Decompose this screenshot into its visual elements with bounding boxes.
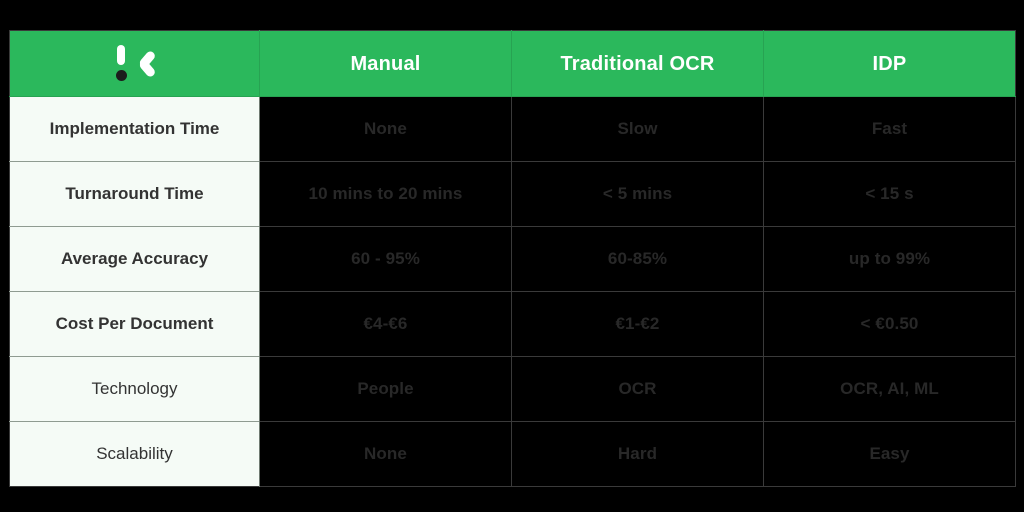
row-label-cost-per-document: Cost Per Document bbox=[9, 291, 260, 357]
brand-logo-cell bbox=[9, 30, 260, 97]
cell-implementation-time-manual: None bbox=[259, 96, 512, 162]
table-row: Scalability None Hard Easy bbox=[9, 421, 1016, 487]
row-label-technology: Technology bbox=[9, 356, 260, 422]
cell-technology-manual: People bbox=[259, 356, 512, 422]
column-header-idp: IDP bbox=[763, 30, 1016, 97]
header-row: Manual Traditional OCR IDP bbox=[9, 30, 1016, 97]
logo-chevron-icon bbox=[130, 49, 156, 78]
logo-bar-shape bbox=[116, 44, 125, 65]
screenshot-canvas: Manual Traditional OCR IDP Implementatio… bbox=[0, 0, 1024, 512]
row-label-average-accuracy: Average Accuracy bbox=[9, 226, 260, 292]
cell-turnaround-time-idp: < 15 s bbox=[763, 161, 1016, 227]
row-label-turnaround-time: Turnaround Time bbox=[9, 161, 260, 227]
cell-technology-idp: OCR, AI, ML bbox=[763, 356, 1016, 422]
cell-turnaround-time-traditional-ocr: < 5 mins bbox=[511, 161, 764, 227]
cell-scalability-idp: Easy bbox=[763, 421, 1016, 487]
table-row: Cost Per Document €4-€6 €1-€2 < €0.50 bbox=[9, 291, 1016, 357]
cell-turnaround-time-manual: 10 mins to 20 mins bbox=[259, 161, 512, 227]
comparison-table: Manual Traditional OCR IDP Implementatio… bbox=[9, 30, 1016, 487]
table-header: Manual Traditional OCR IDP bbox=[9, 30, 1016, 97]
column-header-manual: Manual bbox=[259, 30, 512, 97]
cell-scalability-traditional-ocr: Hard bbox=[511, 421, 764, 487]
logo-chevron-lower-stroke bbox=[137, 58, 156, 78]
column-header-label: Manual bbox=[350, 52, 421, 75]
cell-implementation-time-idp: Fast bbox=[763, 96, 1016, 162]
logo-dot-shape bbox=[115, 69, 127, 81]
cell-average-accuracy-idp: up to 99% bbox=[763, 226, 1016, 292]
cell-average-accuracy-traditional-ocr: 60-85% bbox=[511, 226, 764, 292]
kobaro-logo-icon bbox=[113, 44, 157, 84]
column-header-label: IDP bbox=[872, 52, 907, 75]
table-row: Implementation Time None Slow Fast bbox=[9, 96, 1016, 162]
cell-cost-per-document-traditional-ocr: €1-€2 bbox=[511, 291, 764, 357]
cell-scalability-manual: None bbox=[259, 421, 512, 487]
cell-cost-per-document-idp: < €0.50 bbox=[763, 291, 1016, 357]
column-header-label: Traditional OCR bbox=[560, 52, 715, 75]
cell-implementation-time-traditional-ocr: Slow bbox=[511, 96, 764, 162]
cell-cost-per-document-manual: €4-€6 bbox=[259, 291, 512, 357]
table-body: Implementation Time None Slow Fast Turna… bbox=[9, 96, 1016, 487]
cell-average-accuracy-manual: 60 - 95% bbox=[259, 226, 512, 292]
row-label-implementation-time: Implementation Time bbox=[9, 96, 260, 162]
column-header-traditional-ocr: Traditional OCR bbox=[511, 30, 764, 97]
table-row: Average Accuracy 60 - 95% 60-85% up to 9… bbox=[9, 226, 1016, 292]
row-label-scalability: Scalability bbox=[9, 421, 260, 487]
table-row: Technology People OCR OCR, AI, ML bbox=[9, 356, 1016, 422]
table-row: Turnaround Time 10 mins to 20 mins < 5 m… bbox=[9, 161, 1016, 227]
cell-technology-traditional-ocr: OCR bbox=[511, 356, 764, 422]
